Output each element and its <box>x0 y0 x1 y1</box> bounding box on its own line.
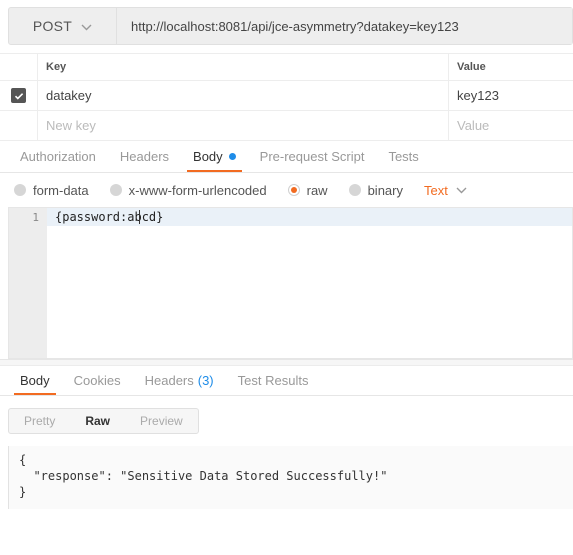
params-header-row: Key Value <box>0 53 573 81</box>
params-header-key: Key <box>38 54 449 80</box>
new-param-value-input[interactable]: Value <box>449 111 573 140</box>
response-headers-count: (3) <box>197 373 214 388</box>
query-params-table: Key Value datakey key123 New key Value <box>0 53 573 141</box>
request-tabs: Authorization Headers Body Pre-request S… <box>0 142 573 173</box>
response-pane: Body Cookies Headers (3) Test Results Pr… <box>0 366 573 509</box>
params-row-check-cell <box>0 81 38 110</box>
editor-code-text[interactable]: {password:abcd} <box>55 210 163 224</box>
http-method-label: POST <box>32 18 73 34</box>
radio-x-www-form-urlencoded-label: x-www-form-urlencoded <box>128 182 267 198</box>
response-view-segmented-control: Pretty Raw Preview <box>8 408 199 434</box>
radio-selected-icon <box>287 184 300 196</box>
body-type-selector: form-data x-www-form-urlencoded raw bina… <box>0 173 573 207</box>
body-format-label: Text <box>424 182 448 198</box>
new-param-key-input[interactable]: New key <box>38 111 449 140</box>
body-format-dropdown[interactable]: Text <box>424 181 467 199</box>
request-body-editor[interactable]: 1 {password:abcd} <box>8 207 573 359</box>
url-bar: POST http://localhost:8081/api/jce-asymm… <box>8 7 573 45</box>
response-tab-test-results[interactable]: Test Results <box>226 373 321 395</box>
response-tab-headers-label: Headers <box>144 373 194 388</box>
view-preview-button[interactable]: Preview <box>125 409 198 433</box>
editor-gutter <box>9 208 47 358</box>
tab-tests-label: Tests <box>388 149 419 164</box>
tab-headers-label: Headers <box>119 149 170 164</box>
radio-binary[interactable]: binary <box>348 182 403 198</box>
tab-body-label: Body <box>193 149 223 164</box>
chevron-down-icon <box>81 18 92 34</box>
tab-pre-request-script[interactable]: Pre-request Script <box>248 149 377 172</box>
response-tab-cookies[interactable]: Cookies <box>62 373 133 395</box>
view-raw-button[interactable]: Raw <box>70 409 125 433</box>
body-modified-dot-icon <box>228 153 236 160</box>
editor-caret <box>139 210 140 224</box>
chevron-down-icon <box>456 181 467 199</box>
response-tab-test-results-label: Test Results <box>237 373 309 388</box>
tab-authorization-label: Authorization <box>20 149 96 164</box>
param-enabled-checkbox[interactable] <box>11 88 26 103</box>
radio-form-data-label: form-data <box>33 182 89 198</box>
table-row: datakey key123 <box>0 81 573 111</box>
tab-tests[interactable]: Tests <box>376 149 430 172</box>
radio-form-data[interactable]: form-data <box>14 183 89 198</box>
response-body-text: { "response": "Sensitive Data Stored Suc… <box>8 446 573 509</box>
response-tab-body[interactable]: Body <box>8 373 62 395</box>
view-pretty-button[interactable]: Pretty <box>9 409 70 433</box>
radio-raw[interactable]: raw <box>287 182 328 198</box>
table-row: New key Value <box>0 111 573 141</box>
param-key-input[interactable]: datakey <box>38 81 449 110</box>
params-empty-check-cell <box>0 111 38 140</box>
radio-unselected-icon <box>348 184 361 196</box>
response-tab-cookies-label: Cookies <box>73 373 121 388</box>
radio-binary-label: binary <box>367 182 403 198</box>
url-input[interactable]: http://localhost:8081/api/jce-asymmetry?… <box>117 8 572 44</box>
response-tabs: Body Cookies Headers (3) Test Results <box>0 366 573 396</box>
check-icon <box>14 92 23 100</box>
response-view-toolbar: Pretty Raw Preview <box>0 396 573 434</box>
tab-body[interactable]: Body <box>181 149 248 172</box>
editor-line-number: 1 <box>32 211 39 224</box>
pane-splitter[interactable] <box>0 359 573 366</box>
tab-headers[interactable]: Headers <box>108 149 181 172</box>
radio-unselected-icon <box>109 184 122 196</box>
response-tab-headers[interactable]: Headers (3) <box>133 373 226 395</box>
params-header-value: Value <box>457 61 486 73</box>
tab-authorization[interactable]: Authorization <box>8 149 108 172</box>
radio-raw-label: raw <box>306 182 328 198</box>
postman-request-window: POST http://localhost:8081/api/jce-asymm… <box>0 7 573 555</box>
params-header-check-cell <box>0 54 38 80</box>
param-value-input[interactable]: key123 <box>449 81 573 110</box>
radio-unselected-icon <box>14 184 26 196</box>
response-tab-body-label: Body <box>20 373 50 388</box>
tab-pre-request-script-label: Pre-request Script <box>259 149 365 164</box>
radio-x-www-form-urlencoded[interactable]: x-www-form-urlencoded <box>109 182 267 198</box>
http-method-dropdown[interactable]: POST <box>9 8 117 44</box>
